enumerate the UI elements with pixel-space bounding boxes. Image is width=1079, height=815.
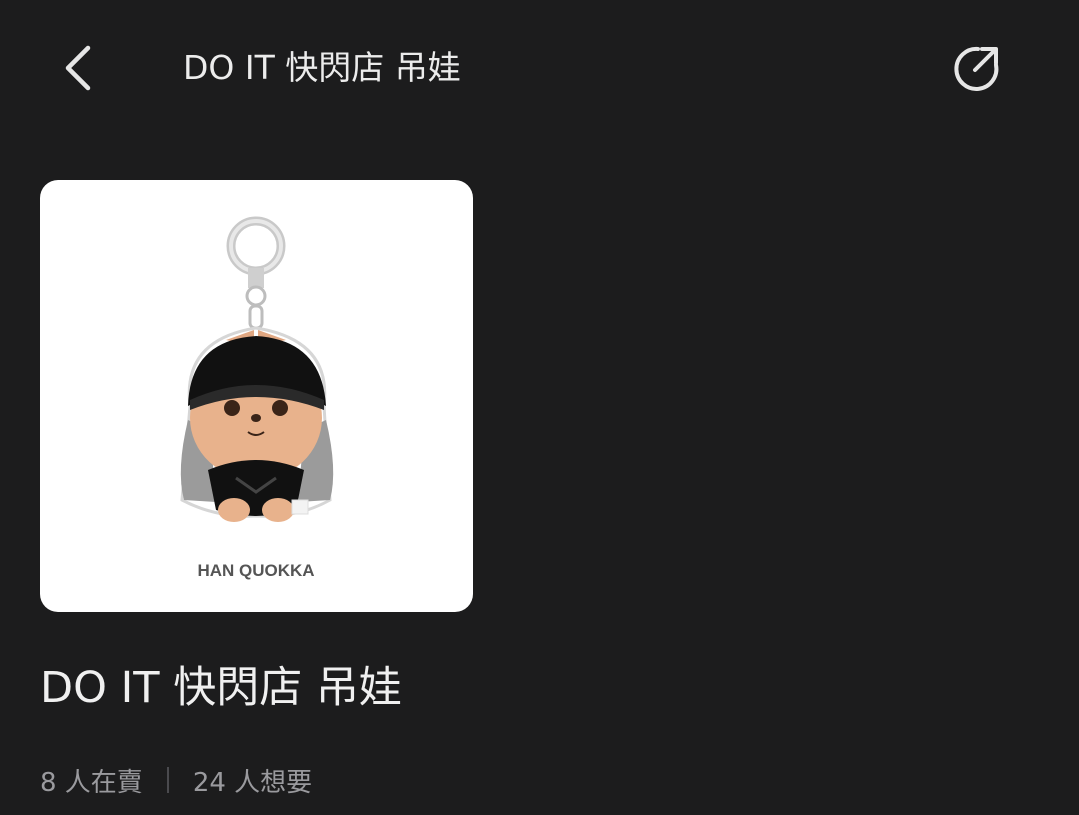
stats-divider (166, 767, 169, 793)
sellers-count[interactable]: 8 人在賣 (40, 762, 143, 799)
page-title: DO IT 快閃店 吊娃 (183, 48, 461, 87)
quokka-keychain-illustration: HAN QUOKKA (180, 216, 334, 580)
product-image[interactable]: HAN QUOKKA (40, 180, 473, 612)
wants-count[interactable]: 24 人想要 (193, 762, 312, 799)
chevron-left-icon (65, 45, 91, 91)
image-caption: HAN QUOKKA (197, 561, 314, 580)
product-stats: 8 人在賣 24 人想要 (40, 760, 312, 800)
share-button[interactable] (944, 38, 1008, 98)
back-button[interactable] (44, 38, 104, 98)
share-icon (954, 46, 999, 91)
top-bar: DO IT 快閃店 吊娃 (0, 0, 1079, 138)
screen: DO IT 快閃店 吊娃 HAN QUOKKA DO IT 快閃店 吊娃 8 人… (0, 0, 1079, 815)
product-title: DO IT 快閃店 吊娃 (40, 663, 402, 713)
